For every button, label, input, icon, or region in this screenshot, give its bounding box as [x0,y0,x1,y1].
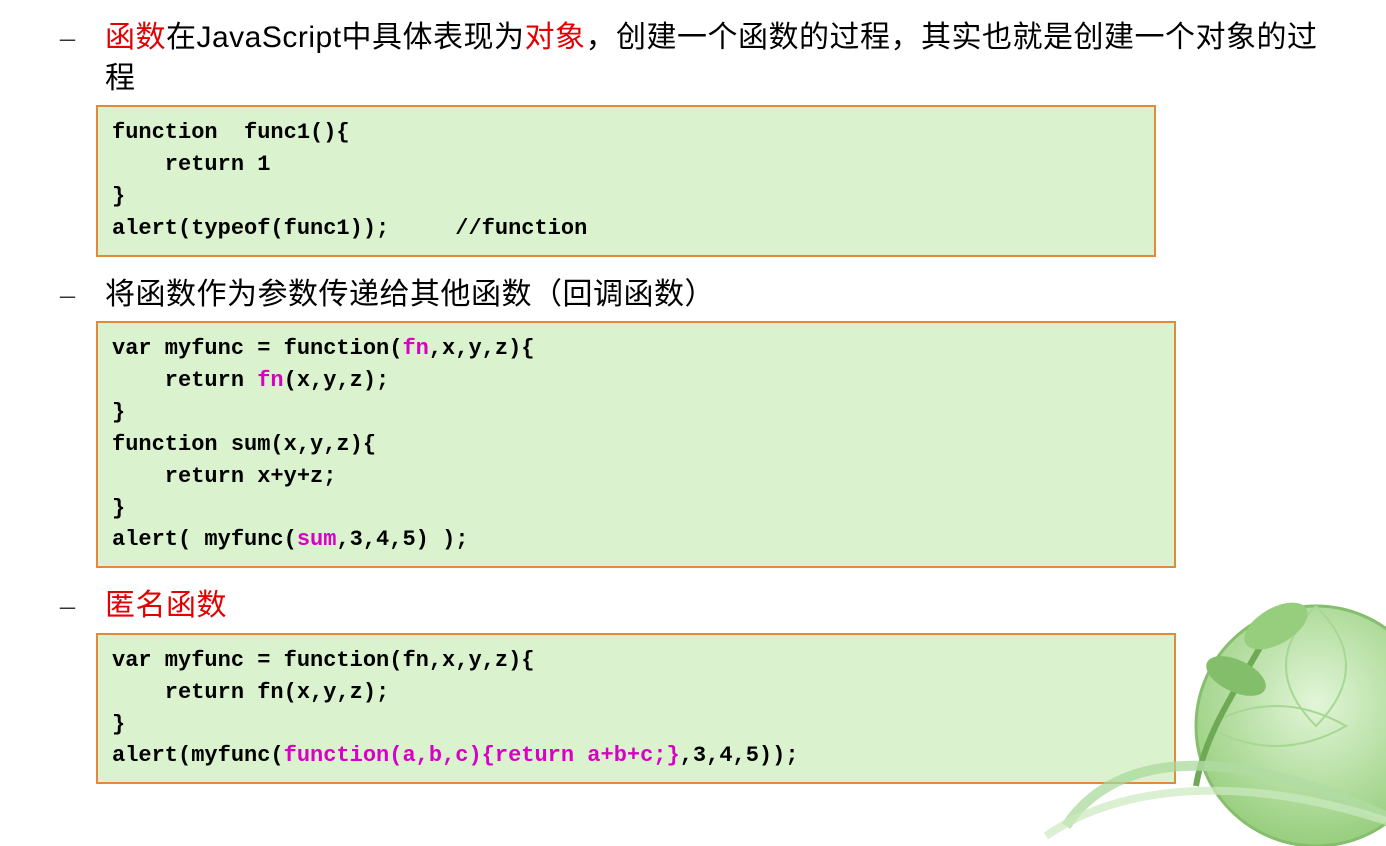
bullet-row-1: – 函数在JavaScript中具体表现为对象，创建一个函数的过程，其实也就是创… [60,18,1346,99]
text-part: 函数 [105,21,166,54]
text-part: 将函数作为参数传递给其他函数（回调函数） [105,278,715,311]
text-part: 匿名函数 [105,589,227,622]
code-line: } [112,184,125,209]
bullet-text-3: 匿名函数 [105,586,227,627]
bullet-row-2: – 将函数作为参数传递给其他函数（回调函数） [60,275,1346,316]
code-seg: alert(myfunc( [112,743,284,768]
code-block-1: function func1(){ return 1 } alert(typeo… [96,105,1156,257]
bullet-dash: – [60,586,75,625]
code-line: alert(typeof(func1)); //function [112,216,587,241]
code-seg: function sum(x,y,z){ [112,432,376,457]
text-part: 对象 [525,21,586,54]
code-seg: var myfunc = function(fn,x,y,z){ [112,648,534,673]
code-line: return 1 [112,152,270,177]
text-part: 在JavaScript中具体表现为 [166,21,525,54]
code-seg: sum [297,527,337,552]
bullet-text-2: 将函数作为参数传递给其他函数（回调函数） [105,275,715,316]
code-seg: return x+y+z; [112,464,336,489]
bullet-text-1: 函数在JavaScript中具体表现为对象，创建一个函数的过程，其实也就是创建一… [105,18,1346,99]
code-seg: } [112,400,125,425]
bullet-dash: – [60,275,75,314]
code-seg: var myfunc = function( [112,336,402,361]
code-seg: } [112,496,125,521]
code-seg: (x,y,z); [284,368,390,393]
bullet-dash: – [60,18,75,57]
code-seg: } [112,712,125,737]
slide-content: – 函数在JavaScript中具体表现为对象，创建一个函数的过程，其实也就是创… [0,0,1386,784]
code-seg: return [112,368,257,393]
code-seg: ,3,4,5) ); [336,527,468,552]
code-block-2: var myfunc = function(fn,x,y,z){ return … [96,321,1176,568]
code-seg: fn [257,368,283,393]
code-seg: function(a,b,c){return a+b+c;} [284,743,680,768]
code-line: function func1(){ [112,120,350,145]
code-seg: ,x,y,z){ [429,336,535,361]
code-seg: fn [402,336,428,361]
code-seg: ,3,4,5)); [680,743,799,768]
code-block-3: var myfunc = function(fn,x,y,z){ return … [96,633,1176,785]
code-seg: return fn(x,y,z); [112,680,389,705]
bullet-row-3: – 匿名函数 [60,586,1346,627]
code-seg: alert( myfunc( [112,527,297,552]
